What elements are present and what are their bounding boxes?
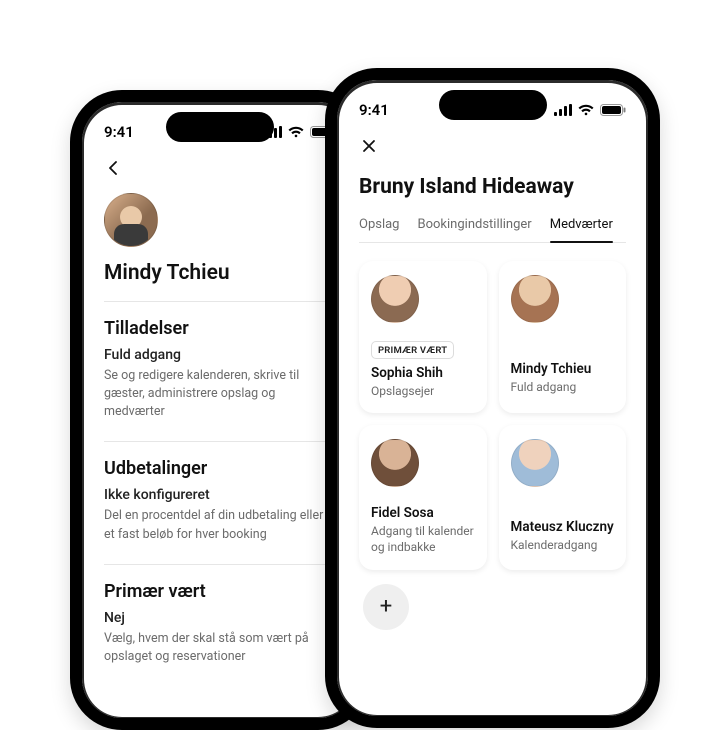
- cohost-card[interactable]: Mateusz Kluczny Kalenderadgang: [499, 425, 627, 569]
- avatar: [371, 275, 419, 323]
- section-sub: Nej: [104, 610, 336, 626]
- avatar: [511, 439, 559, 487]
- section-desc: Se og redigere kalenderen, skrive til gæ…: [104, 367, 336, 421]
- cohost-role: Opslagsejer: [371, 383, 434, 399]
- volume-button: [70, 260, 71, 292]
- cohost-card[interactable]: Mindy Tchieu Fuld adgang: [499, 261, 627, 413]
- cohost-name: Fidel Sosa: [371, 505, 434, 521]
- cohost-role: Kalenderadgang: [511, 537, 598, 553]
- divider: [104, 441, 336, 442]
- avatar: [511, 275, 559, 323]
- tab-opslag[interactable]: Opslag: [359, 217, 400, 242]
- volume-button: [70, 300, 71, 352]
- section-title-permissions: Tilladelser: [104, 318, 336, 339]
- plus-icon: +: [380, 594, 392, 619]
- status-time: 9:41: [104, 123, 134, 141]
- dynamic-island: [166, 112, 274, 142]
- cohost-role: Adgang til kalender og indbakke: [371, 523, 475, 555]
- section-sub: Fuld adgang: [104, 347, 336, 363]
- cohost-role: Fuld adgang: [511, 379, 577, 395]
- section-title-payouts: Udbetalinger: [104, 458, 336, 479]
- cohost-name: Mateusz Kluczny: [511, 519, 614, 535]
- avatar: [371, 439, 419, 487]
- wifi-icon: [288, 126, 304, 138]
- section-desc: Del en procentdel af din udbetaling elle…: [104, 507, 336, 543]
- power-button: [659, 270, 660, 342]
- section-desc: Vælg, hvem der skal stå som vært på opsl…: [104, 630, 336, 666]
- divider: [104, 301, 336, 302]
- section-sub: Ikke konfigureret: [104, 487, 336, 503]
- tab-medvaerter[interactable]: Medværter: [550, 217, 613, 242]
- battery-icon: [600, 104, 626, 116]
- phone-right: 9:41 Bruny Island Hideaway Opslag Bookin…: [325, 68, 660, 728]
- divider: [104, 564, 336, 565]
- primary-host-badge: PRIMÆR VÆRT: [371, 341, 454, 359]
- cohost-name: Sophia Shih: [371, 365, 443, 381]
- add-cohost-button[interactable]: +: [363, 584, 409, 630]
- cohost-card[interactable]: Fidel Sosa Adgang til kalender og indbak…: [359, 425, 487, 569]
- close-button[interactable]: [359, 136, 379, 156]
- avatar: [104, 193, 158, 247]
- wifi-icon: [578, 104, 594, 116]
- profile-name: Mindy Tchieu: [104, 261, 336, 285]
- signal-icon: [554, 104, 572, 116]
- cohost-card[interactable]: PRIMÆR VÆRT Sophia Shih Opslagsejer: [359, 261, 487, 413]
- tabs: Opslag Bookingindstillinger Medværter: [359, 217, 626, 243]
- back-button[interactable]: [104, 158, 124, 178]
- section-title-primary: Primær vært: [104, 581, 336, 602]
- listing-title: Bruny Island Hideaway: [359, 175, 626, 199]
- cohost-name: Mindy Tchieu: [511, 361, 592, 377]
- tab-bookingindstillinger[interactable]: Bookingindstillinger: [418, 217, 532, 242]
- status-time: 9:41: [359, 101, 389, 119]
- dynamic-island: [439, 90, 547, 120]
- volume-button: [70, 360, 71, 412]
